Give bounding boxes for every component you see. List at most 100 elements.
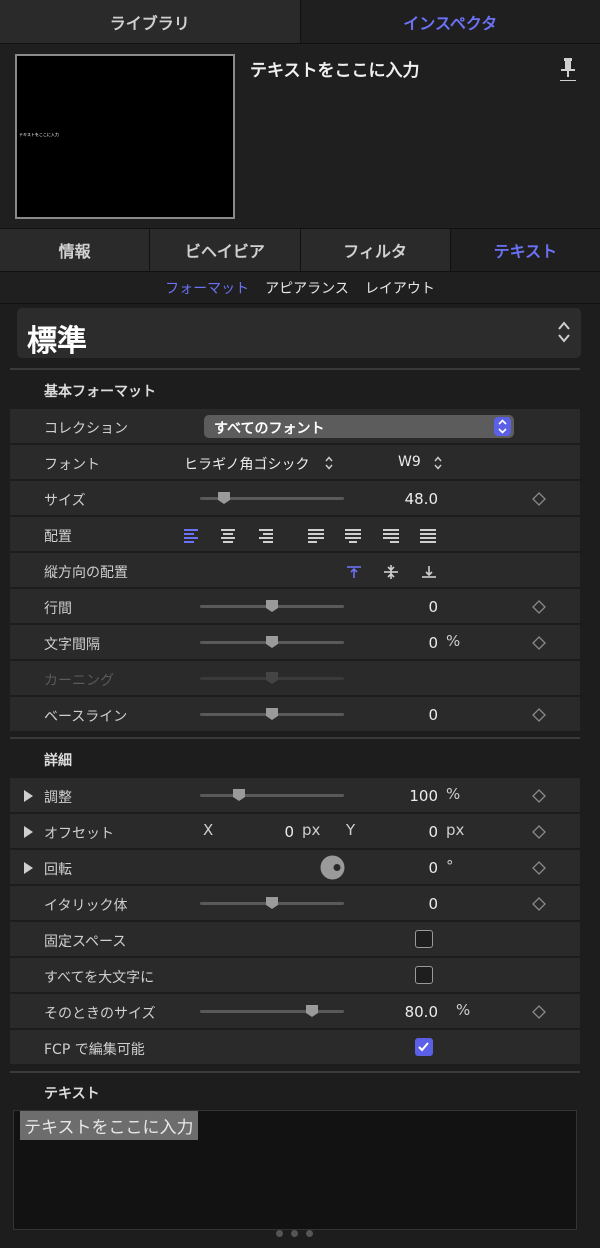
tracking-unit: % — [446, 632, 461, 650]
align-center-icon[interactable] — [220, 528, 236, 543]
rotation-value[interactable]: 0 — [358, 859, 438, 877]
baseline-label: ベースライン — [44, 709, 128, 725]
segment-layout[interactable]: レイアウト — [365, 278, 435, 298]
offset-x-value[interactable]: 0 — [214, 823, 294, 841]
all-caps-size-unit: % — [456, 1001, 471, 1019]
top-tabs: ライブラリ インスペクタ — [0, 0, 600, 44]
slant-slider[interactable] — [200, 897, 344, 909]
baseline-slider[interactable] — [200, 708, 344, 720]
slant-value[interactable]: 0 — [358, 895, 438, 913]
segment-appearance[interactable]: アピアランス — [265, 278, 349, 298]
rotation-unit: ° — [446, 857, 454, 875]
keyframe-diamond-icon[interactable] — [532, 824, 546, 839]
disclosure-triangle-icon[interactable] — [24, 862, 33, 874]
handle-dot — [276, 1230, 283, 1237]
tab-text[interactable]: テキスト — [450, 229, 600, 271]
line-spacing-value[interactable]: 0 — [358, 598, 438, 616]
resize-handle[interactable] — [276, 1230, 324, 1240]
tab-info[interactable]: 情報 — [0, 229, 151, 271]
slant-row: イタリック体 0 — [10, 886, 580, 921]
keyframe-diamond-icon[interactable] — [532, 491, 546, 506]
slider-knob[interactable] — [217, 491, 231, 505]
offset-y-value[interactable]: 0 — [358, 823, 438, 841]
all-caps-size-row: そのときのサイズ 80.0 % — [10, 994, 580, 1029]
scale-value[interactable]: 100 — [358, 787, 438, 805]
slider-knob[interactable] — [265, 635, 279, 649]
all-caps-row: すべてを大文字に — [10, 958, 580, 993]
valign-middle-icon[interactable] — [383, 564, 399, 579]
page-title: テキストをここに入力 — [250, 61, 420, 81]
tab-filters[interactable]: フィルタ — [301, 229, 451, 271]
offset-label: オフセット — [44, 826, 114, 842]
valign-bottom-icon[interactable] — [421, 564, 437, 578]
fcp-editable-row: FCP で編集可能 — [10, 1030, 580, 1065]
align-left-icon[interactable] — [184, 528, 200, 543]
keyframe-diamond-icon[interactable] — [532, 860, 546, 875]
slider-knob[interactable] — [265, 707, 279, 721]
justify-left-icon[interactable] — [308, 528, 324, 543]
valign-top-icon[interactable] — [346, 564, 362, 578]
all-caps-size-slider[interactable] — [200, 1005, 344, 1017]
size-slider[interactable] — [200, 492, 344, 504]
all-caps-size-label: そのときのサイズ — [44, 1006, 156, 1022]
justify-right-icon[interactable] — [383, 528, 399, 543]
keyframe-diamond-icon[interactable] — [532, 635, 546, 650]
keyframe-diamond-icon[interactable] — [532, 1004, 546, 1019]
line-spacing-label: 行間 — [44, 601, 72, 617]
tracking-label: 文字間隔 — [44, 637, 100, 653]
disclosure-triangle-icon[interactable] — [24, 790, 33, 802]
size-row: サイズ 48.0 — [10, 481, 580, 516]
slider-knob[interactable] — [265, 896, 279, 910]
font-weight-popup[interactable]: W9 — [398, 454, 421, 470]
slider-knob[interactable] — [232, 788, 246, 802]
monospace-checkbox[interactable] — [415, 930, 433, 948]
all-caps-checkbox[interactable] — [415, 966, 433, 984]
line-spacing-slider[interactable] — [200, 600, 344, 612]
tab-inspector[interactable]: インスペクタ — [299, 0, 600, 43]
justify-full-icon[interactable] — [420, 528, 436, 543]
text-input-area[interactable]: テキストをここに入力 — [13, 1110, 577, 1230]
tab-library[interactable]: ライブラリ — [0, 0, 300, 43]
tracking-slider[interactable] — [200, 636, 344, 648]
collection-value: すべてのフォント — [214, 421, 325, 437]
rotation-label: 回転 — [44, 862, 72, 878]
slider-knob[interactable] — [305, 1004, 319, 1018]
offset-x-label: X — [203, 821, 214, 839]
up-down-chevron-icon — [324, 455, 334, 471]
handle-dot — [306, 1230, 313, 1237]
pin-icon[interactable] — [558, 56, 578, 82]
scale-unit: % — [446, 785, 461, 803]
fcp-editable-label: FCP で編集可能 — [44, 1042, 145, 1058]
disclosure-triangle-icon[interactable] — [24, 826, 33, 838]
all-caps-size-value[interactable]: 80.0 — [358, 1003, 438, 1021]
fcp-editable-checkbox[interactable] — [415, 1038, 433, 1056]
keyframe-diamond-icon[interactable] — [532, 788, 546, 803]
baseline-value[interactable]: 0 — [358, 706, 438, 724]
up-down-chevron-icon — [433, 455, 443, 471]
divider — [10, 737, 580, 739]
slider-knob[interactable] — [265, 599, 279, 613]
scale-slider[interactable] — [200, 789, 344, 801]
collection-popup[interactable]: すべてのフォント — [204, 415, 514, 438]
align-right-icon[interactable] — [257, 528, 273, 543]
tracking-value[interactable]: 0 — [358, 634, 438, 652]
keyframe-diamond-icon[interactable] — [532, 707, 546, 722]
rotation-dial-icon[interactable] — [320, 855, 345, 880]
preset-popup[interactable]: 標準 — [17, 308, 581, 359]
size-label: サイズ — [44, 493, 86, 509]
keyframe-diamond-icon[interactable] — [532, 896, 546, 911]
text-content[interactable]: テキストをここに入力 — [20, 1111, 198, 1140]
text-pane-segments: フォーマット アピアランス レイアウト — [0, 272, 600, 304]
font-row: フォント ヒラギノ角ゴシック W9 — [10, 445, 580, 480]
tab-behaviors[interactable]: ビヘイビア — [150, 229, 301, 271]
keyframe-diamond-icon[interactable] — [532, 599, 546, 614]
vertical-alignment-label: 縦方向の配置 — [44, 565, 128, 581]
size-value[interactable]: 48.0 — [358, 490, 438, 508]
offset-y-unit: px — [446, 821, 465, 839]
inspector-tabs: 情報 ビヘイビア フィルタ テキスト — [0, 228, 600, 272]
font-family-popup[interactable]: ヒラギノ角ゴシック — [184, 454, 309, 474]
segment-format[interactable]: フォーマット — [165, 278, 249, 298]
thumbnail-text: テキストをここに入力 — [19, 132, 59, 137]
offset-x-unit: px — [302, 821, 321, 839]
justify-center-icon[interactable] — [345, 528, 361, 543]
